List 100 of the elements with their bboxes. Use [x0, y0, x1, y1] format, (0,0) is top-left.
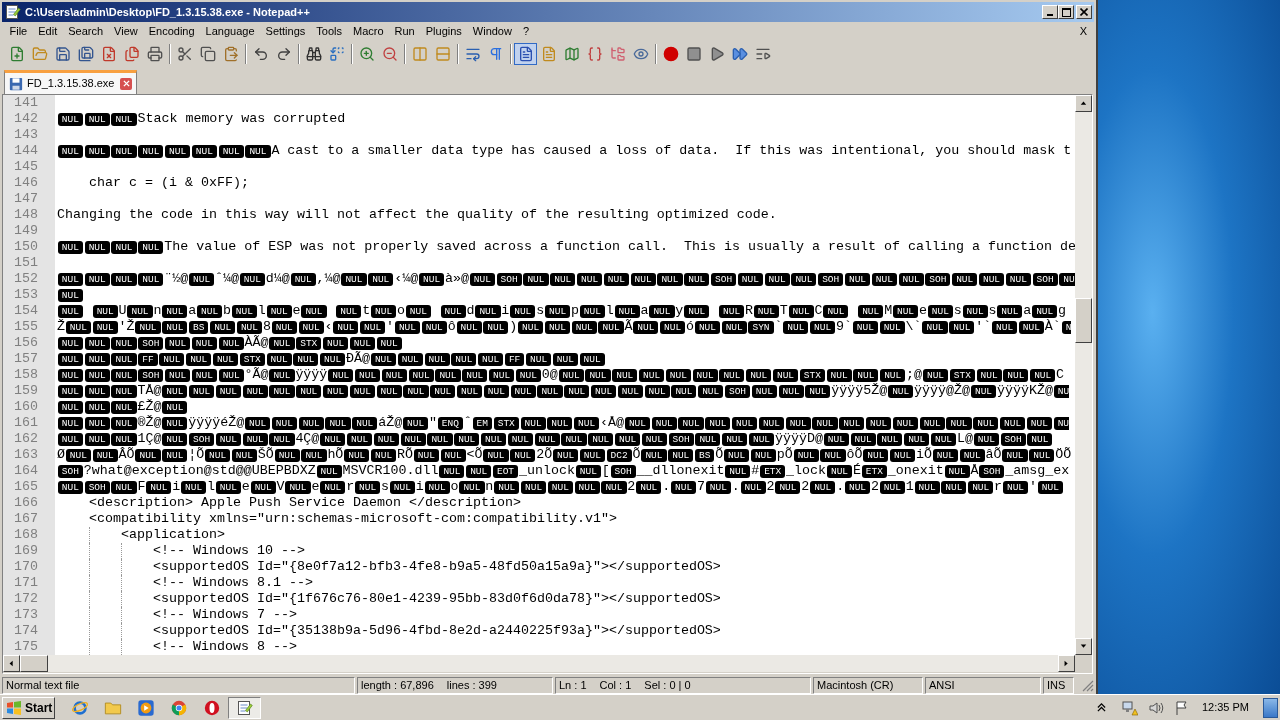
- scrollbar-thumb[interactable]: [1075, 298, 1092, 343]
- control-char-tag: NUL: [892, 304, 919, 318]
- control-char-tag: NUL: [269, 432, 295, 446]
- zoom-in-icon: [358, 45, 375, 62]
- control-char-tag: NUL: [544, 320, 570, 334]
- close-document-button[interactable]: X: [1077, 22, 1089, 41]
- minimize-button[interactable]: [1042, 5, 1058, 19]
- taskbar-button[interactable]: [228, 696, 261, 719]
- files-icon: [123, 45, 140, 62]
- control-char-tag: NUL: [617, 384, 643, 398]
- text-area[interactable]: [55, 95, 1075, 655]
- code-text: #: [751, 463, 760, 479]
- control-char-tag: NUL: [1032, 304, 1058, 318]
- control-char-tag: NUL: [92, 304, 118, 318]
- menu-item[interactable]: Run: [389, 22, 421, 41]
- control-char-tag: NUL: [111, 400, 137, 414]
- menu-item[interactable]: Encoding: [143, 22, 201, 41]
- tab-close-button[interactable]: [120, 77, 133, 90]
- window-title: C:\Users\admin\Desktop\FD_1.3.15.38.exe - Notepad++: [25, 4, 310, 20]
- control-char-tag: NUL: [250, 480, 276, 494]
- control-char-tag: NUL: [1029, 448, 1055, 462]
- start-button[interactable]: Start: [2, 696, 55, 719]
- control-char-tag: NUL: [898, 272, 924, 286]
- scroll-left-button[interactable]: [3, 655, 20, 672]
- control-char-tag: NUL: [336, 304, 362, 318]
- binoculars-icon: [305, 45, 322, 62]
- menu-item[interactable]: Language: [200, 22, 261, 41]
- control-char-tag: NUL: [435, 368, 461, 382]
- printer-icon: [146, 45, 163, 62]
- floppy-icon: [9, 76, 23, 91]
- menu-item[interactable]: Plugins: [420, 22, 468, 41]
- control-char-tag: NUL: [719, 368, 745, 382]
- control-char-tag: NUL: [419, 272, 445, 286]
- status-text: length : 67,896: [361, 678, 434, 694]
- scroll-right-button[interactable]: [1058, 655, 1075, 672]
- control-char-tag: NUL: [521, 480, 547, 494]
- scroll-down-button[interactable]: [1075, 638, 1092, 655]
- control-char-tag: NUL: [748, 432, 775, 446]
- menu-item[interactable]: Macro: [347, 22, 390, 41]
- document-tab[interactable]: FD_1.3.15.38.exe: [4, 70, 138, 94]
- control-char-tag: NUL: [376, 384, 402, 398]
- clock: 12:35 PM: [1201, 700, 1249, 716]
- control-char-tag: NUL: [520, 416, 546, 430]
- control-char-tag: NUL: [215, 432, 241, 446]
- scroll-up-button[interactable]: [1075, 95, 1092, 112]
- control-char-tag: NUL: [575, 464, 601, 478]
- control-char-tag: NUL: [853, 368, 879, 382]
- control-char-tag: NUL: [218, 144, 244, 158]
- control-char-tag: NUL: [639, 368, 665, 382]
- control-char-tag: NUL: [469, 272, 495, 286]
- menu-item[interactable]: Settings: [260, 22, 311, 41]
- control-char-tag: NUL: [57, 416, 83, 430]
- control-char-tag: NUL: [1027, 432, 1053, 446]
- maximize-icon: [1061, 7, 1071, 17]
- code-text: o: [396, 303, 405, 319]
- line-number: 150: [14, 239, 38, 255]
- vertical-scrollbar[interactable]: [1075, 95, 1092, 655]
- control-char-tag: NUL: [138, 240, 164, 254]
- control-char-tag: NUL: [775, 480, 801, 494]
- control-char-tag: NUL: [579, 448, 605, 462]
- toolbar-button[interactable]: [514, 42, 537, 65]
- control-char-tag: NUL: [236, 320, 263, 334]
- horizontal-scrollbar[interactable]: [3, 655, 1075, 672]
- code-text: iÕ: [916, 447, 932, 463]
- close-button[interactable]: [1076, 5, 1092, 19]
- triangle-down-icon: [1080, 643, 1087, 650]
- close-icon: [1080, 8, 1088, 16]
- menu-item[interactable]: Window: [467, 22, 518, 41]
- code-text: U: [118, 303, 127, 319]
- control-char-tag: NUL: [84, 368, 110, 382]
- code-text: a: [188, 303, 197, 319]
- control-char-tag: NUL: [750, 448, 776, 462]
- ring-logo-icon: [202, 698, 221, 717]
- menu-item[interactable]: File: [4, 22, 33, 41]
- stop-icon: [685, 45, 702, 62]
- zoom-out-icon: [381, 45, 398, 62]
- show-desktop-button[interactable]: [1263, 697, 1278, 718]
- menu-item[interactable]: Tools: [310, 22, 348, 41]
- control-char-tag: NUL: [84, 336, 110, 350]
- scrollbar-thumb[interactable]: [20, 655, 48, 672]
- line-number: 163: [14, 447, 38, 463]
- menu-item[interactable]: ?: [517, 22, 535, 41]
- control-char-tag: NUL: [111, 480, 137, 494]
- control-char-tag: NUL: [1000, 416, 1026, 430]
- maximize-button[interactable]: [1058, 5, 1074, 19]
- control-char-tag: NUL: [440, 304, 466, 318]
- control-char-tag: NUL: [162, 448, 188, 462]
- control-char-tag: SOH: [189, 432, 215, 446]
- control-char-tag: NUL: [579, 304, 605, 318]
- replace-icon: [328, 45, 345, 62]
- control-char-tag: NUL: [564, 384, 590, 398]
- code-text: '`: [975, 319, 992, 335]
- code-text: ÿÿÿÿ: [295, 367, 328, 383]
- control-char-tag: NUL: [1037, 480, 1063, 494]
- menu-item[interactable]: View: [108, 22, 144, 41]
- menu-item[interactable]: Edit: [32, 22, 63, 41]
- control-char-tag: STX: [493, 416, 519, 430]
- code-text: áŽ@: [378, 415, 403, 431]
- line-number: 142: [14, 111, 38, 127]
- menu-item[interactable]: Search: [62, 22, 109, 41]
